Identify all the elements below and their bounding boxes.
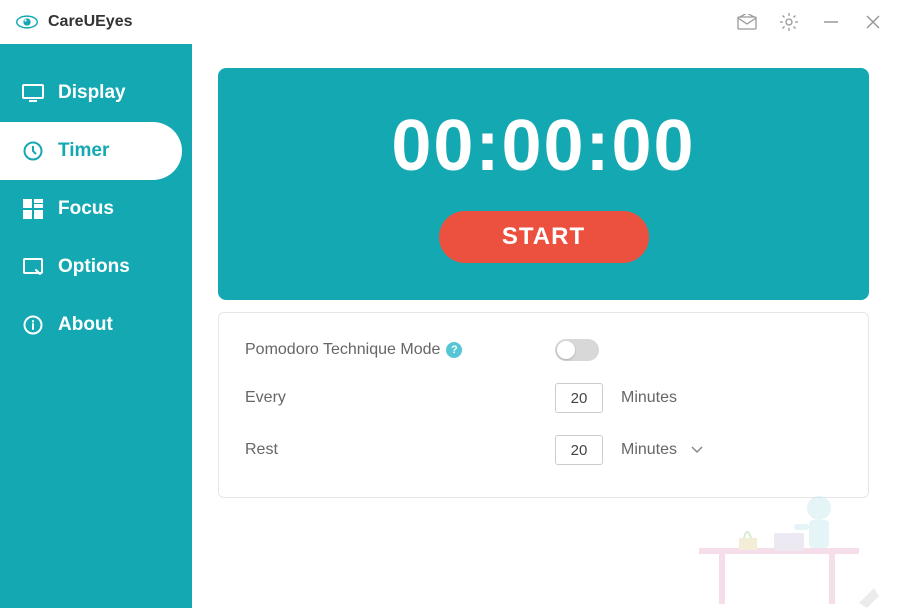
every-label: Every — [245, 389, 555, 407]
sidebar-item-display[interactable]: Display — [0, 64, 192, 122]
clock-icon — [22, 140, 44, 162]
sidebar-item-label: Display — [58, 82, 126, 104]
gear-icon[interactable] — [779, 12, 799, 32]
every-input[interactable] — [555, 383, 603, 413]
chevron-down-icon — [691, 446, 703, 454]
sidebar-item-label: Options — [58, 256, 130, 278]
timer-settings-card: Pomodoro Technique Mode ? Every Minutes … — [218, 312, 869, 498]
pomodoro-row: Pomodoro Technique Mode ? — [245, 339, 842, 361]
every-row: Every Minutes — [245, 383, 842, 413]
sidebar-item-timer[interactable]: Timer — [0, 122, 182, 180]
sidebar-item-about[interactable]: About — [0, 296, 192, 354]
mail-icon[interactable] — [737, 12, 757, 32]
sidebar-item-label: Focus — [58, 198, 114, 220]
start-button[interactable]: START — [439, 211, 649, 263]
window-controls — [737, 12, 883, 32]
options-icon — [22, 256, 44, 278]
sidebar-item-label: Timer — [58, 140, 109, 162]
focus-icon — [22, 198, 44, 220]
rest-unit-select[interactable]: Minutes — [621, 441, 703, 459]
close-icon[interactable] — [863, 12, 883, 32]
minimize-icon[interactable] — [821, 12, 841, 32]
pomodoro-label: Pomodoro Technique Mode ? — [245, 341, 555, 359]
sidebar-item-label: About — [58, 314, 113, 336]
rest-input[interactable] — [555, 435, 603, 465]
sidebar: Display Timer Focus — [0, 44, 192, 608]
info-icon — [22, 314, 44, 336]
timer-card: 00:00:00 START — [218, 68, 869, 300]
content-area: 00:00:00 START Pomodoro Technique Mode ?… — [192, 44, 899, 608]
sidebar-item-focus[interactable]: Focus — [0, 180, 192, 238]
every-unit: Minutes — [621, 389, 677, 407]
display-icon — [22, 82, 44, 104]
sidebar-item-options[interactable]: Options — [0, 238, 192, 296]
pomodoro-toggle[interactable] — [555, 339, 599, 361]
rest-label: Rest — [245, 441, 555, 459]
app-title: CareUEyes — [48, 13, 133, 31]
help-icon[interactable]: ? — [446, 342, 462, 358]
titlebar: CareUEyes — [0, 0, 899, 44]
app-logo-icon — [16, 11, 38, 33]
timer-display: 00:00:00 — [391, 105, 695, 187]
logo-wrap: CareUEyes — [16, 11, 133, 33]
rest-row: Rest Minutes — [245, 435, 842, 465]
